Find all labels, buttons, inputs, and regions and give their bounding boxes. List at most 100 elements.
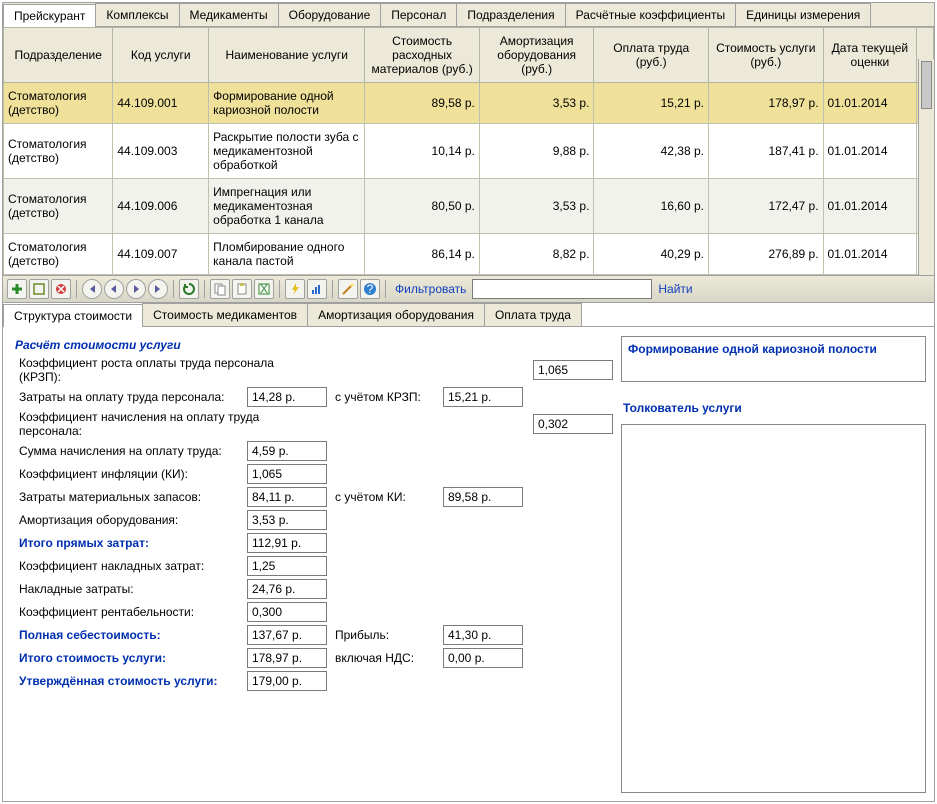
th-department[interactable]: Подразделение (4, 28, 113, 83)
krzp-field[interactable] (533, 360, 613, 380)
cell-date: 01.01.2014 (823, 234, 917, 275)
overhead-coef-label: Коэффициент накладных затрат: (19, 559, 239, 573)
cell-date: 01.01.2014 (823, 83, 917, 124)
profit-coef-field[interactable] (247, 602, 327, 622)
cell-mat: 89,58 р. (365, 83, 480, 124)
main-tabs: Прейскурант Комплексы Медикаменты Оборуд… (3, 3, 934, 27)
cell-name: Импрегнация или медикаментозная обработк… (209, 179, 365, 234)
labor-krzp-field[interactable] (443, 387, 523, 407)
svg-text:X: X (260, 282, 268, 296)
delete-button[interactable] (51, 279, 71, 299)
lightning-button[interactable] (285, 279, 305, 299)
next-button[interactable] (126, 279, 146, 299)
copy-button[interactable] (210, 279, 230, 299)
mat-field[interactable] (247, 487, 327, 507)
tab-personnel[interactable]: Персонал (380, 3, 457, 26)
cell-amort: 8,82 р. (479, 234, 594, 275)
paste-button[interactable] (232, 279, 252, 299)
th-amort[interactable]: Амортизация оборудования (руб.) (479, 28, 594, 83)
cell-code: 44.109.001 (113, 83, 209, 124)
table-row[interactable]: Стоматология (детство)44.109.006Импрегна… (4, 179, 934, 234)
vat-field[interactable] (443, 648, 523, 668)
approved-field[interactable] (247, 671, 327, 691)
amort-field[interactable] (247, 510, 327, 530)
table-row[interactable]: Стоматология (детство)44.109.007Пломбиро… (4, 234, 934, 275)
last-button[interactable] (148, 279, 168, 299)
profit-field[interactable] (443, 625, 523, 645)
direct-total-field[interactable] (247, 533, 327, 553)
cell-labor: 42,38 р. (594, 124, 709, 179)
infl-field[interactable] (247, 464, 327, 484)
th-date[interactable]: Дата текущей оценки (823, 28, 917, 83)
filter-label: Фильтровать (395, 282, 466, 296)
filter-input[interactable] (472, 279, 652, 299)
first-button[interactable] (82, 279, 102, 299)
th-code[interactable]: Код услуги (113, 28, 209, 83)
cell-amort: 3,53 р. (479, 83, 594, 124)
table-row[interactable]: Стоматология (детство)44.109.001Формиров… (4, 83, 934, 124)
total-cost-label: Итого стоимость услуги: (19, 651, 239, 665)
tab-units[interactable]: Единицы измерения (735, 3, 871, 26)
cell-dep: Стоматология (детство) (4, 83, 113, 124)
with-krzp-label: с учётом КРЗП: (335, 390, 435, 404)
full-cost-field[interactable] (247, 625, 327, 645)
add-button[interactable] (7, 279, 27, 299)
tab-coefficients[interactable]: Расчётные коэффициенты (565, 3, 736, 26)
th-materials[interactable]: Стоимость расходных материалов (руб.) (365, 28, 480, 83)
accr-coef-label: Коэффициент начисления на оплату труда п… (19, 410, 309, 438)
tab-meds[interactable]: Медикаменты (179, 3, 279, 26)
service-name-box: Формирование одной кариозной полости (628, 339, 919, 359)
th-name[interactable]: Наименование услуги (209, 28, 365, 83)
cell-name: Формирование одной кариозной полости (209, 83, 365, 124)
subtab-structure[interactable]: Структура стоимости (3, 304, 143, 327)
cell-dep: Стоматология (детство) (4, 179, 113, 234)
th-labor[interactable]: Оплата труда (руб.) (594, 28, 709, 83)
cell-code: 44.109.003 (113, 124, 209, 179)
th-cost[interactable]: Стоимость услуги (руб.) (708, 28, 823, 83)
toolbar: X ? Фильтровать Найти (3, 276, 934, 303)
mat-ki-field[interactable] (443, 487, 523, 507)
subtab-amort[interactable]: Амортизация оборудования (307, 303, 485, 326)
amort-label: Амортизация оборудования: (19, 513, 239, 527)
prev-button[interactable] (104, 279, 124, 299)
chart-button[interactable] (307, 279, 327, 299)
overhead-coef-field[interactable] (247, 556, 327, 576)
cell-code: 44.109.007 (113, 234, 209, 275)
overhead-field[interactable] (247, 579, 327, 599)
subtab-meds-cost[interactable]: Стоимость медикаментов (142, 303, 308, 326)
cell-labor: 16,60 р. (594, 179, 709, 234)
help-button[interactable]: ? (360, 279, 380, 299)
tab-equipment[interactable]: Оборудование (278, 3, 382, 26)
export-excel-button[interactable]: X (254, 279, 274, 299)
table-row[interactable]: Стоматология (детство)44.109.003Раскрыти… (4, 124, 934, 179)
accr-coef-field[interactable] (533, 414, 613, 434)
cell-labor: 40,29 р. (594, 234, 709, 275)
edit-button[interactable] (29, 279, 49, 299)
labor-costs-field[interactable] (247, 387, 327, 407)
cell-amort: 9,88 р. (479, 124, 594, 179)
tab-departments[interactable]: Подразделения (456, 3, 565, 26)
wand-button[interactable] (338, 279, 358, 299)
vertical-scrollbar[interactable] (918, 59, 934, 275)
subtab-labor[interactable]: Оплата труда (484, 303, 582, 326)
cell-mat: 80,50 р. (365, 179, 480, 234)
cell-date: 01.01.2014 (823, 179, 917, 234)
infl-label: Коэффициент инфляции (КИ): (19, 467, 239, 481)
find-link[interactable]: Найти (658, 282, 692, 296)
tab-pricelist[interactable]: Прейскурант (3, 4, 96, 27)
cell-amort: 3,53 р. (479, 179, 594, 234)
cell-labor: 15,21 р. (594, 83, 709, 124)
cell-cost: 172,47 р. (708, 179, 823, 234)
tab-complexes[interactable]: Комплексы (95, 3, 179, 26)
krzp-label: Коэффициент роста оплаты труда персонала… (19, 356, 309, 384)
cell-code: 44.109.006 (113, 179, 209, 234)
refresh-button[interactable] (179, 279, 199, 299)
full-cost-label: Полная себестоимость: (19, 628, 239, 642)
cell-dep: Стоматология (детство) (4, 124, 113, 179)
svg-text:?: ? (367, 282, 374, 296)
accr-sum-field[interactable] (247, 441, 327, 461)
price-table[interactable]: Подразделение Код услуги Наименование ус… (3, 27, 934, 275)
cell-cost: 276,89 р. (708, 234, 823, 275)
interpreter-box[interactable] (621, 424, 926, 793)
total-cost-field[interactable] (247, 648, 327, 668)
